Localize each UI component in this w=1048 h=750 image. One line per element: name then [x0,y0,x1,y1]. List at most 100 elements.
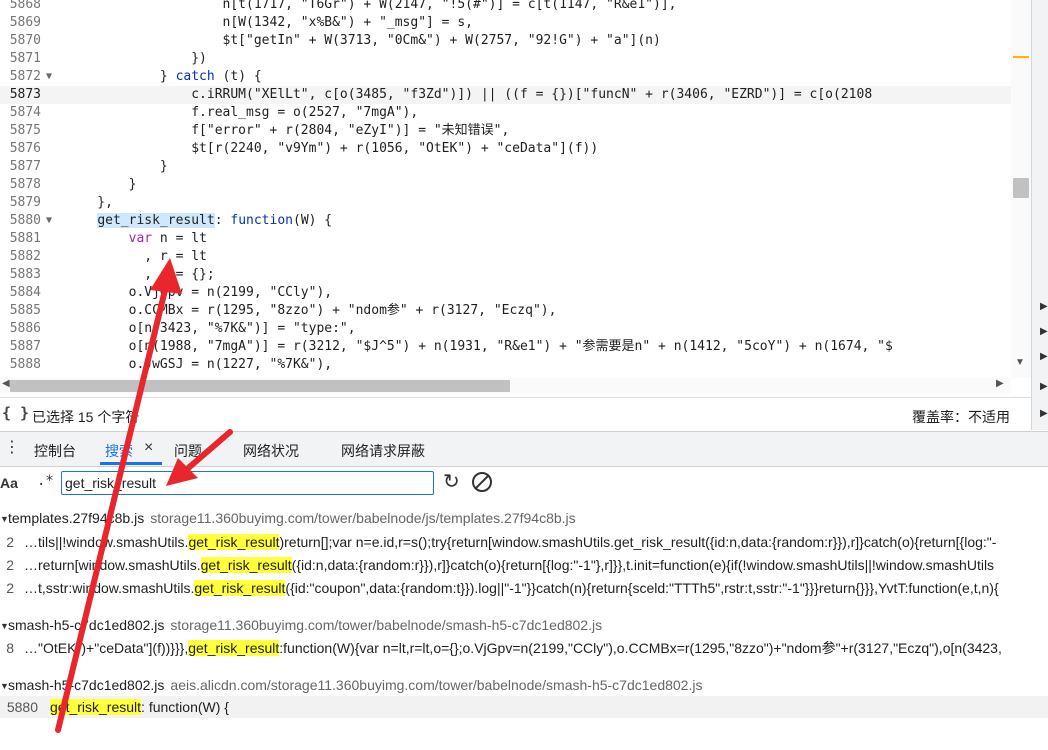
line-number[interactable]: 5881 [0,230,41,248]
code-line[interactable]: 5874 f.real_msg = o(2527, "7mgA"), [0,104,1048,122]
expand-triangle-icon[interactable]: ▼ [0,676,9,696]
tab-search[interactable]: 搜索 [105,441,133,461]
tab-console[interactable]: 控制台 [34,441,76,461]
match-case-toggle[interactable]: Aa [0,475,18,491]
search-result-row[interactable]: 2 …return[window.smashUtils.get_risk_resu… [0,554,1048,576]
line-number[interactable]: 5876 [0,140,41,158]
line-number[interactable]: 5886 [0,320,41,338]
result-file-header[interactable]: ▼templates.27f94c8b.js storage11.360buyim… [0,508,1048,528]
snippet-text: )return[];var n=e.id,r=s();try{return[wi… [279,534,997,550]
result-file-name: smash-h5-c7dc1ed802.js [8,617,165,633]
code-line[interactable]: 5880 ▼ get_risk_result: function(W) { [0,212,1048,230]
regex-toggle[interactable]: .* [37,473,54,489]
code-line[interactable]: 5876 $t[r(2240, "v9Ym") + r(1056, "OtEK"… [0,140,1048,158]
panel-expand-arrow-icon[interactable]: ▶ [1040,326,1048,337]
line-number[interactable]: 5869 [0,14,41,32]
snippet-text: ({id:n,data:{random:r}}),r]}catch(o){ret… [291,557,995,573]
code-line[interactable]: 5868 n[t(1717, "T6Gr") + W(2147, "!5(#")… [0,0,1048,14]
expand-triangle-icon[interactable]: ▼ [0,509,9,529]
code-text: n[t(1717, "T6Gr") + W(2147, "!5(#")] = c… [66,0,677,14]
panel-expand-arrow-icon[interactable]: ▶ [1040,408,1048,419]
line-number[interactable]: 5882 [0,248,41,266]
panel-expand-arrow-icon[interactable]: ▶ [1040,301,1048,312]
code-line[interactable]: 5885 o.CCMBx = r(1295, "8zzo") + "ndom参"… [0,302,1048,320]
line-number[interactable]: 5873 [0,86,41,104]
code-line[interactable]: 5877 } [0,158,1048,176]
scroll-left-arrow-icon[interactable]: ◀ [2,378,10,389]
code-line[interactable]: 5879 }, [0,194,1048,212]
clear-icon[interactable] [472,472,492,492]
code-text: } catch (t) { [66,68,262,86]
tab-issues[interactable]: 问题 [174,441,202,461]
line-number[interactable]: 5884 [0,284,41,302]
line-number[interactable]: 5872 [0,68,41,86]
search-result-row[interactable]: 2 …tils||!window.smashUtils.get_risk_resu… [0,531,1048,553]
tab-network-request-blocking[interactable]: 网络请求屏蔽 [341,441,425,461]
code-line[interactable]: 5871 }) [0,50,1048,68]
snippet-text: ({id:"coupon",data:{random:t}}).log||"-1… [285,580,999,596]
code-line[interactable]: 5887 o[n(1988, "7mgA")] = r(3212, "$J^5"… [0,338,1048,356]
code-line[interactable]: 5870 $t["getIn" + W(3713, "0Cm&") + W(27… [0,32,1048,50]
result-file-header[interactable]: ▼smash-h5-c7dc1ed802.js storage11.360buyi… [0,615,1048,635]
code-line[interactable]: 5872 ▼ } catch (t) { [0,68,1048,86]
curly-braces-icon[interactable]: { } [2,404,29,422]
snippet-text: …return[window.smashUtils. [24,557,201,573]
line-number[interactable]: 5887 [0,338,41,356]
line-number[interactable]: 5879 [0,194,41,212]
scroll-down-arrow-icon[interactable]: ▼ [1015,357,1025,368]
code-text: o[n(3423, "%7K&")] = "type:", [66,320,356,338]
line-number[interactable]: 5888 [0,356,41,374]
line-number[interactable]: 5877 [0,158,41,176]
editor-horizontal-scroll-thumb[interactable] [10,380,510,392]
code-text: o.CCMBx = r(1295, "8zzo") + "ndom参" + r(… [66,302,557,320]
expand-triangle-icon[interactable]: ▼ [0,616,9,636]
search-input[interactable] [61,471,434,495]
code-line[interactable]: 5869 n[W(1342, "x%B&") + "_msg"] = s, [0,14,1048,32]
code-token: function [230,213,293,228]
code-line[interactable]: 5878 } [0,176,1048,194]
close-icon[interactable]: × [144,439,153,457]
code-line[interactable]: 5881 var n = lt [0,230,1048,248]
coverage-status: 覆盖率：不适用 [912,409,1010,425]
code-token: } [66,69,176,84]
code-line[interactable]: 5883 , o = {}; [0,266,1048,284]
search-result-row[interactable]: 8 …"OtEK")+"ceData"](f))}}},get_risk_resu… [0,637,1048,659]
fold-triangle-icon[interactable]: ▼ [46,68,58,86]
line-number[interactable]: 5874 [0,104,41,122]
editor-vertical-scroll-thumb[interactable] [1013,178,1029,198]
result-file-name: templates.27f94c8b.js [8,510,145,526]
code-editor[interactable]: 5868 n[t(1717, "T6Gr") + W(2147, "!5(#")… [0,0,1048,378]
line-number[interactable]: 5885 [0,302,41,320]
code-line[interactable]: 5884 o.VjGpv = n(2199, "CCly"), [0,284,1048,302]
code-line[interactable]: 5886 o[n(3423, "%7K&")] = "type:", [0,320,1048,338]
search-result-row[interactable]: 5880 get_risk_result: function(W) { [0,696,1048,718]
scroll-right-arrow-icon[interactable]: ▶ [996,378,1004,389]
result-line-number: 2 [6,557,14,573]
code-token: $t[r(2240, "v9Ym") + r(1056, "OtEK") + "… [66,141,599,156]
panel-expand-arrow-icon[interactable]: ▶ [1040,381,1048,392]
result-snippet: …"OtEK")+"ceData"](f))}}},get_risk_resul… [24,637,1002,659]
code-line[interactable]: 5888 o.JwGSJ = n(1227, "%7K&"), [0,356,1048,374]
code-line[interactable]: 5882 , r = lt [0,248,1048,266]
code-text: }, [66,194,113,212]
tab-network-conditions[interactable]: 网络状况 [243,441,299,461]
line-number[interactable]: 5875 [0,122,41,140]
panel-expand-arrow-icon[interactable]: ▶ [1040,351,1048,362]
line-number[interactable]: 5870 [0,32,41,50]
match-highlight: get_risk_result [188,640,280,656]
line-number[interactable]: 5868 [0,0,41,14]
code-line[interactable]: 5875 f["error" + r(2804, "eZyI")] = "未知错… [0,122,1048,140]
code-token: o[n(1988, "7mgA")] = r(3212, "$J^5") + n… [66,339,893,354]
match-highlight: get_risk_result [194,580,286,596]
code-line[interactable]: 5873 c.iRRUM("XElLt", c[o(3485, "f3Zd")]… [0,86,1048,104]
result-file-header[interactable]: ▼smash-h5-c7dc1ed802.js aeis.alicdn.com/s… [0,675,1048,695]
search-result-row[interactable]: 2 …t,sstr:window.smashUtils.get_risk_resu… [0,577,1048,599]
line-number[interactable]: 5871 [0,50,41,68]
kebab-menu-icon[interactable]: ⋮ [4,440,20,456]
fold-triangle-icon[interactable]: ▼ [46,212,58,230]
code-text: $t[r(2240, "v9Ym") + r(1056, "OtEK") + "… [66,140,598,158]
line-number[interactable]: 5883 [0,266,41,284]
line-number[interactable]: 5880 [0,212,41,230]
line-number[interactable]: 5878 [0,176,41,194]
refresh-icon[interactable]: ↻ [443,471,460,493]
